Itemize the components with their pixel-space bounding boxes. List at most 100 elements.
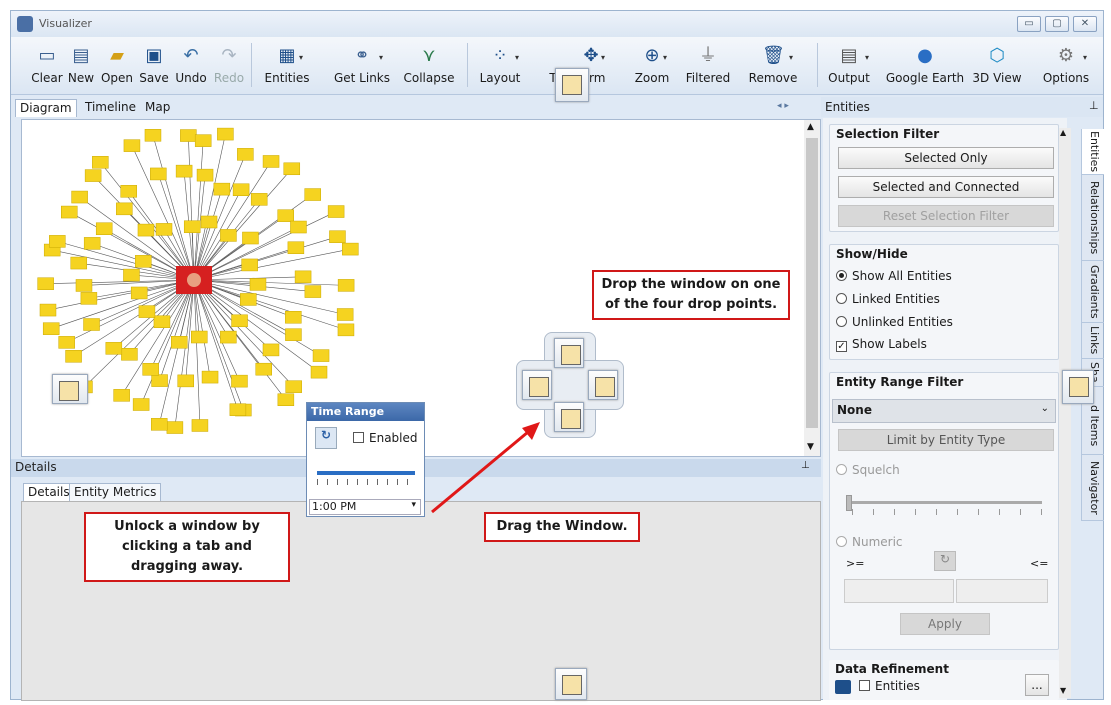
graph-entity-node[interactable] xyxy=(83,237,101,250)
show-labels-checkbox[interactable]: ✓ Show Labels xyxy=(836,337,927,352)
vtab-pinned-items[interactable]: d Items xyxy=(1082,397,1104,455)
selected-only-button[interactable]: Selected Only xyxy=(838,147,1054,169)
time-range-floating-window[interactable]: Time Range ↻ Enabled 1:00 PM ▾ xyxy=(306,402,425,517)
graph-entity-node[interactable] xyxy=(196,168,214,182)
graph-entity-node[interactable] xyxy=(220,229,237,242)
scrollbar-thumb[interactable] xyxy=(806,138,818,428)
graph-entity-node[interactable] xyxy=(113,389,130,402)
scroll-down-icon[interactable]: ▼ xyxy=(1060,686,1066,695)
undo-button[interactable]: ↶ Undo xyxy=(173,39,209,91)
tab-diagram[interactable]: Diagram xyxy=(15,99,77,117)
graph-entity-node[interactable] xyxy=(231,374,248,388)
graph-entity-node[interactable] xyxy=(84,169,102,182)
vtab-gradients[interactable]: Gradients xyxy=(1082,261,1104,323)
google-earth-button[interactable]: ● Google Earth xyxy=(883,39,967,91)
entity-range-dropdown[interactable]: None ⌄ xyxy=(832,399,1056,423)
show-all-entities-radio[interactable]: Show All Entities xyxy=(836,269,952,283)
tab-map[interactable]: Map xyxy=(141,99,174,117)
graph-entity-node[interactable] xyxy=(166,421,184,434)
scroll-up-icon[interactable]: ▲ xyxy=(807,122,814,132)
graph-entity-node[interactable] xyxy=(342,242,359,256)
graph-entity-node[interactable] xyxy=(237,148,254,161)
numeric-min-input[interactable] xyxy=(844,579,954,603)
time-range-title[interactable]: Time Range xyxy=(307,403,424,421)
graph-entity-node[interactable] xyxy=(171,336,188,349)
graph-entity-node[interactable] xyxy=(249,278,267,291)
remove-button[interactable]: 🗑 ▾ Remove xyxy=(747,39,799,91)
vtab-navigator[interactable]: Navigator xyxy=(1082,455,1104,521)
minimize-button[interactable]: ▭ xyxy=(1017,16,1041,32)
refresh-icon[interactable]: ↻ xyxy=(315,427,337,449)
graph-entity-node[interactable] xyxy=(277,209,294,222)
dock-cross-top[interactable] xyxy=(554,338,584,368)
graph-entity-node[interactable] xyxy=(194,134,212,147)
graph-entity-node[interactable] xyxy=(241,258,258,272)
graph-entity-node[interactable] xyxy=(277,393,295,406)
graph-entity-node[interactable] xyxy=(121,348,138,361)
scroll-up-icon[interactable]: ▲ xyxy=(1060,128,1066,137)
vtab-relationships[interactable]: Relationships xyxy=(1082,175,1104,261)
graph-entity-node[interactable] xyxy=(120,185,137,198)
enabled-checkbox[interactable]: Enabled xyxy=(353,431,418,445)
graph-entity-node[interactable] xyxy=(240,293,257,306)
graph-entity-node[interactable] xyxy=(304,285,322,298)
graph-entity-node[interactable] xyxy=(201,370,219,384)
graph-entity-node[interactable] xyxy=(294,270,312,284)
graph-entity-node[interactable] xyxy=(312,349,330,362)
tab-details[interactable]: Details xyxy=(23,483,75,501)
graph-entity-node[interactable] xyxy=(177,374,194,388)
graph-entity-node[interactable] xyxy=(37,277,54,290)
graph-entity-node[interactable] xyxy=(61,205,78,219)
scroll-down-icon[interactable]: ▼ xyxy=(807,442,814,452)
graph-entity-node[interactable] xyxy=(310,365,328,379)
time-dropdown[interactable]: 1:00 PM ▾ xyxy=(309,499,421,515)
refresh-icon[interactable]: ↻ xyxy=(934,551,956,571)
dock-cross-bottom[interactable] xyxy=(554,402,584,432)
graph-entity-node[interactable] xyxy=(200,215,218,229)
graph-entity-node[interactable] xyxy=(285,310,302,324)
graph-entity-node[interactable] xyxy=(132,398,150,411)
output-button[interactable]: ▤ ▾ Output xyxy=(823,39,875,91)
dock-left-indicator[interactable] xyxy=(52,374,88,404)
vtab-links[interactable]: Links xyxy=(1082,323,1104,359)
dock-cross-right[interactable] xyxy=(588,370,618,400)
vtab-entities[interactable]: Entities xyxy=(1082,129,1104,175)
graph-entity-node[interactable] xyxy=(183,220,201,233)
numeric-radio[interactable]: Numeric xyxy=(836,535,903,549)
options-button[interactable]: ⚙ ▾ Options xyxy=(1037,39,1095,91)
graph-entity-node[interactable] xyxy=(123,268,140,282)
pin-icon[interactable]: ⊥ xyxy=(1089,99,1099,112)
limit-by-entity-type-button[interactable]: Limit by Entity Type xyxy=(838,429,1054,451)
graph-entity-node[interactable] xyxy=(150,167,167,181)
dock-cross-indicator[interactable] xyxy=(516,332,624,438)
graph-entity-node[interactable] xyxy=(175,164,193,178)
graph-entity-node[interactable] xyxy=(71,190,88,204)
graph-entity-node[interactable] xyxy=(220,330,237,344)
graph-entity-node[interactable] xyxy=(242,231,259,245)
graph-entity-node[interactable] xyxy=(285,380,302,393)
graph-entity-node[interactable] xyxy=(213,182,231,196)
graph-entity-node[interactable] xyxy=(137,223,155,237)
selected-and-connected-button[interactable]: Selected and Connected xyxy=(838,176,1054,198)
open-button[interactable]: ▰ Open xyxy=(99,39,135,91)
right-panel-scrollbar[interactable]: ▲ ▼ xyxy=(1059,128,1071,698)
close-button[interactable]: ✕ xyxy=(1073,16,1097,32)
apply-button[interactable]: Apply xyxy=(900,613,990,635)
graph-entity-node[interactable] xyxy=(229,403,247,416)
graph-entity-node[interactable] xyxy=(58,336,75,349)
zoom-button[interactable]: ⊕ ▾ Zoom xyxy=(633,39,671,91)
graph-entity-node[interactable] xyxy=(290,220,307,234)
maximize-button[interactable]: ▢ xyxy=(1045,16,1069,32)
graph-entity-node[interactable] xyxy=(65,350,82,363)
tab-scroll-arrows-icon[interactable]: ◂ ▸ xyxy=(777,101,789,111)
graph-entity-node[interactable] xyxy=(153,315,171,328)
graph-entity-node[interactable] xyxy=(180,129,197,142)
graph-entity-node[interactable] xyxy=(116,202,133,216)
tab-timeline[interactable]: Timeline xyxy=(81,99,140,117)
collapse-button[interactable]: ⋎ Collapse xyxy=(401,39,457,91)
filtered-button[interactable]: ⏚ Filtered xyxy=(683,39,733,91)
graph-entity-node[interactable] xyxy=(262,155,280,168)
graph-entity-node[interactable] xyxy=(123,139,141,152)
tab-entity-metrics[interactable]: Entity Metrics xyxy=(69,483,162,501)
graph-entity-node[interactable] xyxy=(329,230,346,243)
